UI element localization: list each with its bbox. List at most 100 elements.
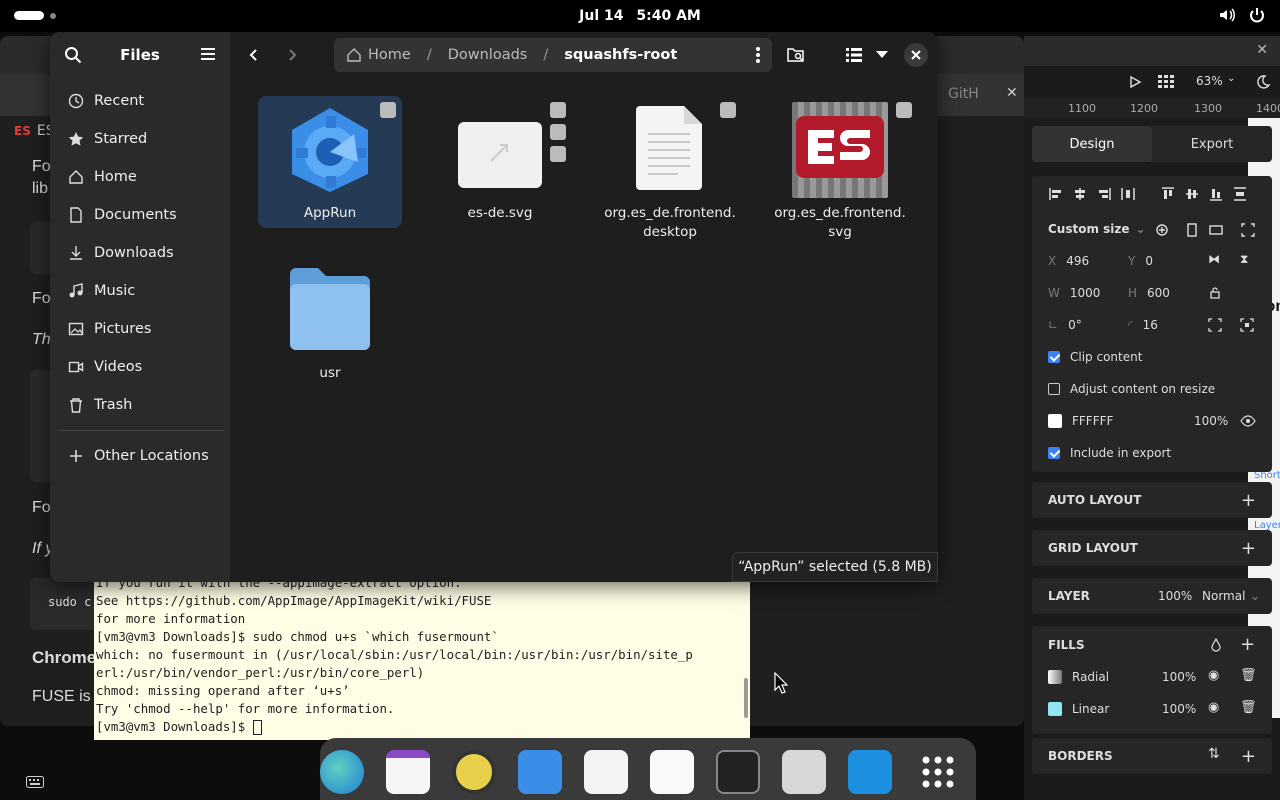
align-right-icon[interactable] — [1096, 186, 1112, 202]
sidebar-item-home[interactable]: Home — [56, 160, 224, 194]
sidebar-item-downloads[interactable]: Downloads — [56, 236, 224, 270]
view-options-button[interactable] — [868, 41, 896, 69]
distribute-h-icon[interactable] — [1120, 186, 1136, 202]
close-window-button[interactable] — [904, 43, 928, 67]
flip-v-icon[interactable]: ⧗ — [1240, 252, 1248, 267]
sidebar-item-starred[interactable]: Starred — [56, 122, 224, 156]
scrollbar[interactable] — [744, 678, 748, 718]
github-tab[interactable]: GitH ✕ — [938, 82, 1024, 108]
flip-h-icon[interactable]: ⧓ — [1208, 252, 1220, 266]
add-icon[interactable]: + — [1240, 634, 1255, 655]
file-item-es-de-logo[interactable]: org.es_de.frontend. svg — [768, 96, 912, 246]
align-center-icon[interactable] — [1072, 186, 1088, 202]
sidebar-item-videos[interactable]: Videos — [56, 350, 224, 384]
back-button[interactable] — [240, 41, 268, 69]
add-icon[interactable]: + — [1241, 538, 1256, 559]
path-segment-home[interactable]: Home — [346, 47, 411, 63]
gradient-swatch[interactable] — [1048, 670, 1062, 684]
adjust-content-checkbox[interactable]: Adjust content on resize — [1048, 382, 1215, 396]
file-item-es-de-svg[interactable]: es-de.svg — [428, 96, 572, 236]
clip-content-checkbox[interactable]: Clip content — [1048, 350, 1142, 364]
eye-icon[interactable]: ◉ — [1208, 668, 1219, 683]
align-left-icon[interactable] — [1048, 186, 1064, 202]
app-grid-icon[interactable] — [916, 750, 960, 794]
keyboard-icon[interactable] — [26, 776, 44, 788]
chevron-down-icon[interactable]: ⌄ — [1227, 73, 1235, 84]
tab-export[interactable]: Export — [1152, 126, 1272, 162]
color-swatch[interactable] — [1048, 414, 1062, 428]
grid-layout-section[interactable]: GRID LAYOUT + — [1032, 530, 1272, 566]
system-tray[interactable] — [1218, 6, 1266, 24]
browser-tab[interactable]: ES ES — [14, 123, 55, 139]
sidebar-item-trash[interactable]: Trash — [56, 388, 224, 422]
distribute-v-icon[interactable] — [1232, 186, 1248, 202]
include-export-checkbox[interactable]: Include in export — [1048, 446, 1171, 460]
design-app-icon[interactable] — [848, 750, 892, 794]
align-bottom-icon[interactable] — [1208, 186, 1224, 202]
fill-row[interactable]: FFFFFF — [1048, 414, 1113, 428]
calendar-app-icon[interactable] — [386, 750, 430, 794]
grid-icon[interactable] — [1158, 75, 1174, 89]
y-field[interactable]: Y0 — [1128, 254, 1153, 268]
layer-opacity[interactable]: 100% — [1158, 589, 1192, 603]
fill-opacity[interactable]: 100% — [1162, 670, 1196, 684]
fill-item-linear[interactable]: Linear — [1048, 702, 1109, 716]
file-item-desktop-entry[interactable]: org.es_de.frontend. desktop — [598, 96, 742, 246]
music-app-icon[interactable] — [452, 750, 496, 794]
terminal-app-icon[interactable] — [716, 750, 760, 794]
align-top-icon[interactable] — [1160, 186, 1176, 202]
close-icon[interactable]: ✕ — [1256, 42, 1268, 58]
add-icon[interactable]: + — [1241, 746, 1256, 767]
close-icon[interactable]: ✕ — [1006, 85, 1018, 101]
size-preset-select[interactable]: Custom size ⌄ — [1048, 222, 1146, 236]
file-item-usr[interactable]: usr — [258, 258, 402, 388]
radius-all-icon[interactable] — [1208, 318, 1222, 332]
play-icon[interactable] — [1128, 75, 1142, 89]
align-middle-icon[interactable] — [1184, 186, 1200, 202]
sidebar-item-pictures[interactable]: Pictures — [56, 312, 224, 346]
auto-layout-section[interactable]: AUTO LAYOUT + — [1032, 482, 1272, 518]
forward-button[interactable] — [278, 41, 306, 69]
kebab-menu-icon[interactable] — [756, 46, 760, 64]
clock[interactable]: Jul 14 5:40 AM — [0, 8, 1280, 24]
add-icon[interactable]: + — [1241, 490, 1256, 511]
moon-icon[interactable] — [1255, 74, 1271, 90]
fit-icon[interactable] — [1240, 222, 1256, 238]
power-icon[interactable] — [1248, 6, 1266, 24]
sidebar-item-recent[interactable]: Recent — [56, 84, 224, 118]
path-bar[interactable]: Home / Downloads / squashfs-root — [334, 38, 772, 72]
portrait-icon[interactable] — [1184, 222, 1200, 238]
rotation-field[interactable]: ∟ 0° — [1048, 318, 1082, 332]
path-segment-downloads[interactable]: Downloads — [448, 47, 528, 63]
resize-to-fit-icon[interactable] — [1154, 222, 1170, 238]
eye-icon[interactable]: ◉ — [1208, 700, 1219, 715]
width-field[interactable]: W 1000 — [1048, 286, 1100, 300]
software-app-icon[interactable] — [584, 750, 628, 794]
fill-opacity[interactable]: 100% — [1162, 702, 1196, 716]
text-editor-app-icon[interactable] — [650, 750, 694, 794]
lock-icon[interactable] — [1208, 286, 1222, 300]
file-item-apprun[interactable]: AppRun — [258, 96, 402, 228]
archive-app-icon[interactable] — [782, 750, 826, 794]
trash-icon[interactable]: 🗑 — [1240, 668, 1257, 683]
fill-item-radial[interactable]: Radial — [1048, 670, 1109, 684]
landscape-icon[interactable] — [1208, 222, 1224, 238]
files-app-icon[interactable] — [518, 750, 562, 794]
radius-field[interactable]: ◜ 16 — [1128, 318, 1158, 332]
volume-icon[interactable] — [1218, 6, 1236, 24]
hamburger-menu-icon[interactable] — [200, 46, 216, 62]
x-field[interactable]: X 496 — [1048, 254, 1089, 268]
height-field[interactable]: H 600 — [1128, 286, 1170, 300]
search-in-folder-button[interactable] — [782, 41, 810, 69]
zoom-level[interactable]: 63% — [1196, 74, 1223, 88]
browser-app-icon[interactable] — [320, 750, 364, 794]
path-segment-current[interactable]: squashfs-root — [564, 47, 677, 63]
trash-icon[interactable]: 🗑 — [1240, 700, 1257, 715]
gradient-swatch[interactable] — [1048, 702, 1062, 716]
sidebar-item-music[interactable]: Music — [56, 274, 224, 308]
terminal-window[interactable]: If you run it with the --appimage-extrac… — [94, 578, 750, 740]
drop-icon[interactable] — [1210, 638, 1222, 652]
fill-opacity[interactable]: 100% — [1194, 414, 1228, 428]
borders-section[interactable]: BORDERS ⇅ + — [1032, 738, 1272, 774]
sidebar-item-documents[interactable]: Documents — [56, 198, 224, 232]
